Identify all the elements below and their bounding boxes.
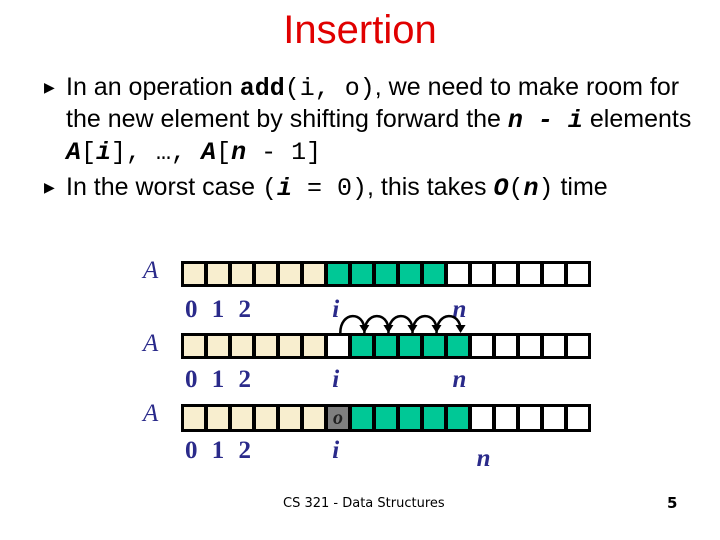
array-cell-beige: [184, 336, 204, 356]
shift-arrows: [339, 314, 466, 334]
array-cell-teal: [400, 407, 420, 429]
array-cell-white: [520, 407, 540, 429]
array-cell-beige: [232, 407, 252, 429]
arrow-head-icon: [455, 325, 466, 333]
i-label: i: [332, 366, 340, 393]
shift-arrow: [363, 314, 390, 334]
page-number: 5: [667, 494, 678, 512]
shift-arrow: [339, 314, 366, 334]
i-label: i: [332, 437, 340, 464]
n-label: n: [476, 445, 491, 472]
array-cell-teal: [400, 336, 420, 356]
n-label: n: [452, 366, 467, 393]
index-labels: 0 1 2: [185, 366, 255, 393]
array-cell-white: [496, 336, 516, 356]
array-cell-white: [496, 407, 516, 429]
array-cell-beige: [208, 407, 228, 429]
array-row-2: [181, 333, 591, 359]
array-cell-beige: [304, 407, 324, 429]
array-cell-teal: [376, 336, 396, 356]
array-cell-beige: [256, 407, 276, 429]
array-cell-white: [328, 336, 348, 356]
array-cell-teal: [352, 336, 372, 356]
array-cell-white: [544, 407, 564, 429]
array-cell-beige: [184, 407, 204, 429]
array-row-3: o: [181, 404, 591, 432]
array-cell-teal: [376, 407, 396, 429]
array-cell-white: [520, 336, 540, 356]
array-cell-white: [544, 336, 564, 356]
array-cell-white: [568, 336, 588, 356]
array-cell-beige: [232, 336, 252, 356]
array-cell-teal: [424, 407, 444, 429]
array-label: A: [143, 330, 159, 357]
array-label: A: [143, 400, 159, 427]
array-cell-teal: [424, 336, 444, 356]
array-cell-teal: [448, 407, 468, 429]
array-diagram: A 0 1 2 i n A 0 1 2 i n A o 0 1 2 i n: [0, 0, 720, 540]
array-cell-new-element: o: [328, 407, 348, 429]
array-cell-white: [472, 407, 492, 429]
array-cell-beige: [256, 336, 276, 356]
shift-arrow: [387, 314, 414, 334]
array-cell-beige: [280, 336, 300, 356]
array-cell-white: [472, 336, 492, 356]
array-cell-beige: [304, 336, 324, 356]
shift-arrow: [435, 314, 462, 334]
array-cell-beige: [208, 336, 228, 356]
array-cell-teal: [448, 336, 468, 356]
index-labels: 0 1 2: [185, 437, 255, 464]
footer-course-name: CS 321 - Data Structures: [283, 496, 445, 511]
shift-arrow: [411, 314, 438, 334]
array-cell-white: [568, 407, 588, 429]
array-cell-teal: [352, 407, 372, 429]
array-cell-beige: [280, 407, 300, 429]
